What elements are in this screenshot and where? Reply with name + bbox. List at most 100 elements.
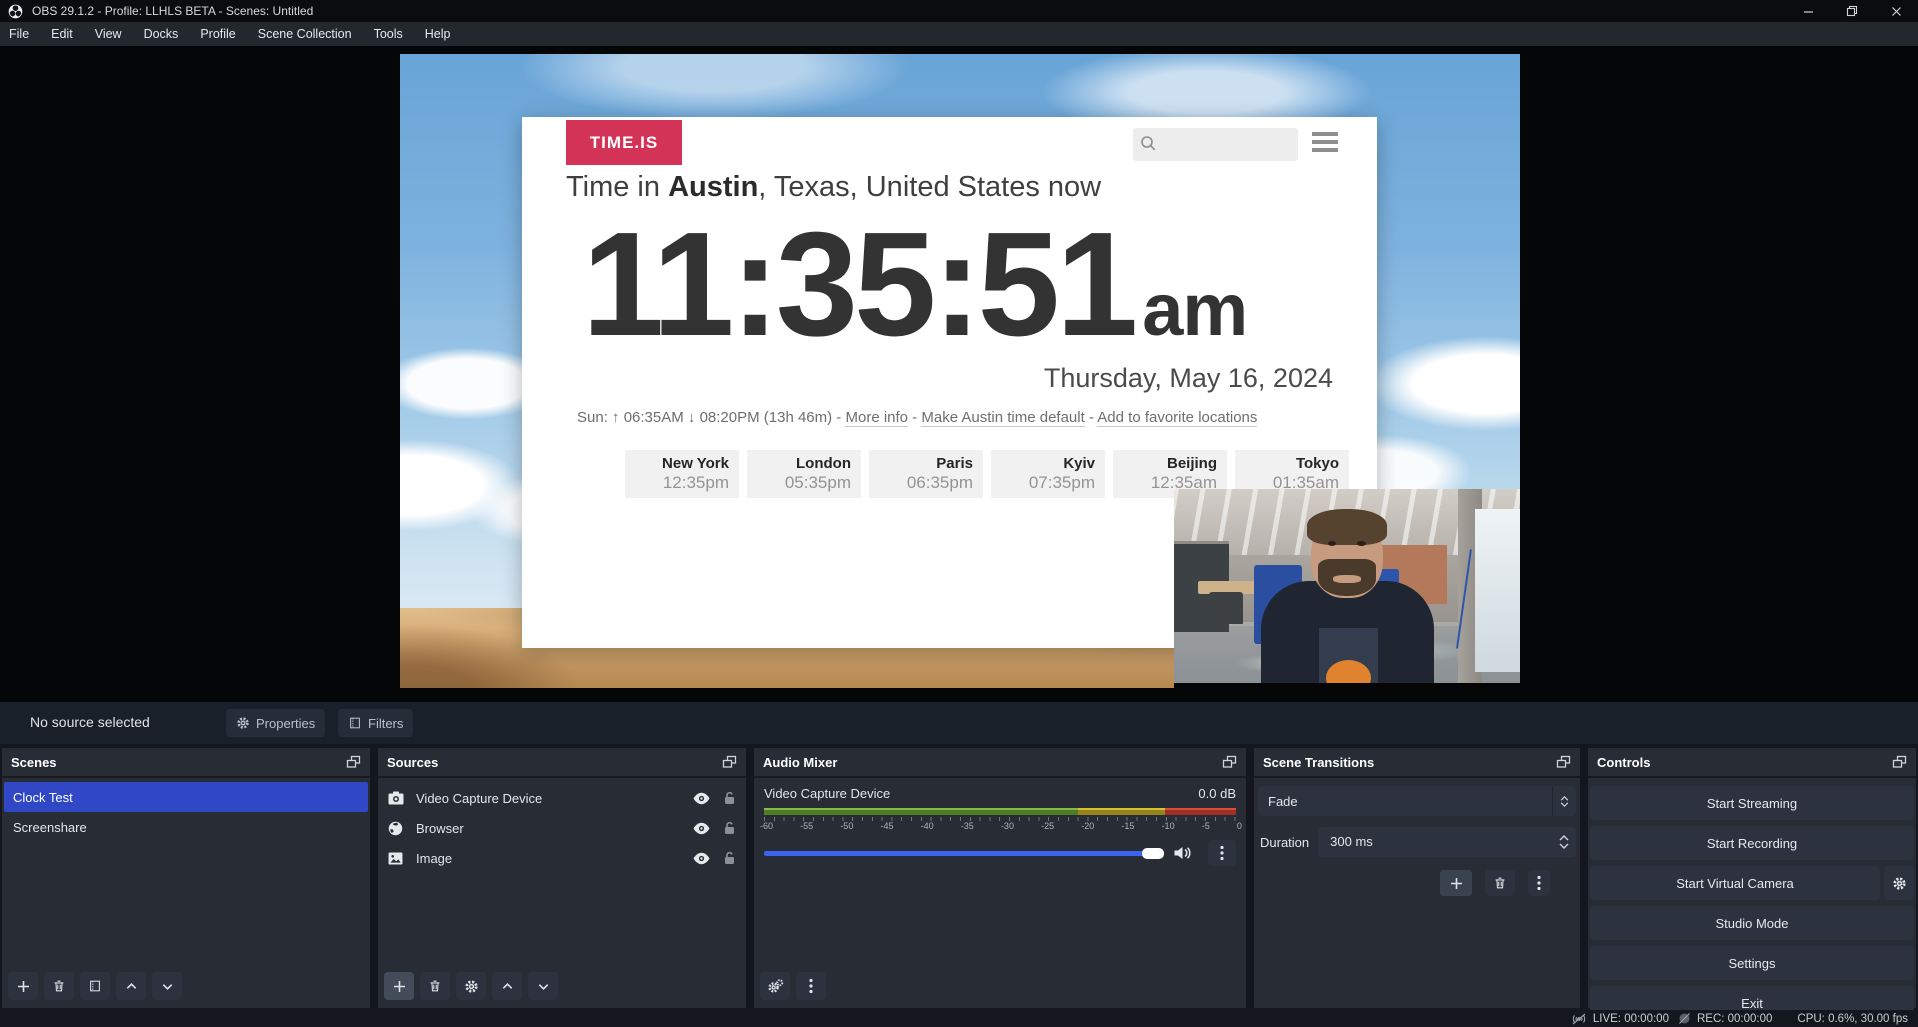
make-default-link[interactable]: Make Austin time default (921, 409, 1084, 427)
duration-spinbox[interactable]: 300 ms (1318, 827, 1576, 857)
menu-tools[interactable]: Tools (363, 22, 414, 46)
remove-scene-button[interactable] (44, 972, 74, 1000)
studio-mode-button[interactable]: Studio Mode (1590, 906, 1914, 940)
add-scene-button[interactable] (8, 972, 38, 1000)
lock-icon[interactable] (723, 821, 736, 835)
start-streaming-button[interactable]: Start Streaming (1590, 786, 1914, 820)
add-source-button[interactable] (384, 972, 414, 1000)
mixer-level-db: 0.0 dB (1198, 786, 1236, 801)
restore-button[interactable] (1830, 0, 1874, 22)
menu-edit[interactable]: Edit (40, 22, 84, 46)
mixer-channel-menu-button[interactable] (1208, 840, 1236, 866)
controls-dock: Controls Start Streaming Start Recording… (1588, 748, 1916, 1008)
remove-transition-button[interactable] (1485, 870, 1515, 896)
spin-up-icon[interactable] (1559, 835, 1569, 841)
add-favorite-link[interactable]: Add to favorite locations (1097, 409, 1257, 427)
popout-icon[interactable] (1556, 755, 1571, 770)
duration-label: Duration (1260, 835, 1309, 850)
camera-icon (388, 791, 405, 805)
timeis-heading: Time in Austin, Texas, United States now (566, 171, 1101, 204)
search-icon (1140, 135, 1157, 152)
popout-icon[interactable] (346, 755, 361, 770)
title-bar: OBS 29.1.2 - Profile: LLHLS BETA - Scene… (0, 0, 1918, 22)
source-item-browser[interactable]: Browser (378, 813, 746, 843)
menu-scene-collection[interactable]: Scene Collection (247, 22, 363, 46)
volume-meter (764, 808, 1236, 815)
transitions-title: Scene Transitions (1263, 755, 1374, 770)
scenes-title: Scenes (11, 755, 57, 770)
add-transition-button[interactable] (1440, 870, 1472, 896)
transition-select[interactable]: Fade (1258, 786, 1576, 816)
webcam-overlay (1174, 489, 1520, 688)
source-item-image[interactable]: Image (378, 843, 746, 873)
visibility-eye-icon[interactable] (693, 822, 710, 835)
popout-icon[interactable] (722, 755, 737, 770)
transition-menu-button[interactable] (1528, 870, 1550, 896)
menu-docks[interactable]: Docks (133, 22, 190, 46)
mixer-menu-button[interactable] (796, 972, 826, 1000)
start-recording-button[interactable]: Start Recording (1590, 826, 1914, 860)
city-card[interactable]: Paris06:35pm (869, 450, 983, 498)
settings-button[interactable]: Settings (1590, 946, 1914, 980)
date-display: Thursday, May 16, 2024 (1044, 363, 1333, 394)
visibility-eye-icon[interactable] (693, 792, 710, 805)
city-card[interactable]: London05:35pm (747, 450, 861, 498)
audio-mixer-title: Audio Mixer (763, 755, 837, 770)
popout-icon[interactable] (1892, 755, 1907, 770)
cpu-fps-stats: CPU: 0.6%, 30.00 fps (1797, 1013, 1908, 1025)
sun-info-line: Sun: ↑ 06:35AM ↓ 08:20PM (13h 46m) - Mor… (577, 409, 1257, 426)
window-title: OBS 29.1.2 - Profile: LLHLS BETA - Scene… (32, 4, 313, 18)
menu-help[interactable]: Help (414, 22, 462, 46)
preview-canvas[interactable]: TIME.IS Time in Austin, Texas, United St… (400, 54, 1520, 688)
chevron-updown-icon (1552, 786, 1576, 816)
advanced-audio-properties-button[interactable] (760, 972, 790, 1000)
source-status-text: No source selected (30, 714, 150, 730)
remove-source-button[interactable] (420, 972, 450, 1000)
filters-button[interactable]: Filters (338, 709, 413, 737)
move-source-down-button[interactable] (528, 972, 558, 1000)
scene-filters-button[interactable] (80, 972, 110, 1000)
mixer-channel-name: Video Capture Device (764, 786, 890, 801)
source-properties-button[interactable] (456, 972, 486, 1000)
sources-dock: Sources Video Capture Device Browser Ima… (378, 748, 746, 1008)
menu-file[interactable]: File (0, 22, 40, 46)
city-card[interactable]: Kyiv07:35pm (991, 450, 1105, 498)
more-info-link[interactable]: More info (845, 409, 908, 427)
close-button[interactable] (1874, 0, 1918, 22)
city-card[interactable]: New York12:35pm (625, 450, 739, 498)
source-item-video-capture[interactable]: Video Capture Device (378, 783, 746, 813)
meter-scale: -60-55-50-45-40-35-30-25-20-15-10-50 (760, 821, 1242, 831)
rec-time: REC: 00:00:00 (1697, 1013, 1772, 1025)
timeis-logo: TIME.IS (566, 120, 682, 165)
move-scene-up-button[interactable] (116, 972, 146, 1000)
spin-down-icon[interactable] (1559, 843, 1569, 849)
lock-icon[interactable] (723, 791, 736, 805)
visibility-eye-icon[interactable] (693, 852, 710, 865)
volume-slider[interactable] (764, 851, 1164, 856)
popout-icon[interactable] (1222, 755, 1237, 770)
hamburger-menu-icon[interactable] (1312, 132, 1338, 156)
obs-logo-icon (8, 4, 23, 19)
lock-icon[interactable] (723, 851, 736, 865)
record-inactive-icon (1678, 1012, 1691, 1025)
clock-display: 11:35:51am (582, 211, 1247, 359)
properties-button[interactable]: Properties (226, 709, 325, 737)
scenes-dock: Scenes Clock Test Screenshare (2, 748, 370, 1008)
scene-transitions-dock: Scene Transitions Fade Duration 300 ms (1254, 748, 1580, 1008)
menu-bar: File Edit View Docks Profile Scene Colle… (0, 22, 1918, 46)
virtual-camera-settings-button[interactable] (1884, 866, 1914, 900)
move-source-up-button[interactable] (492, 972, 522, 1000)
timeis-search-input[interactable] (1133, 128, 1298, 161)
minimize-button[interactable] (1786, 0, 1830, 22)
volume-slider-handle[interactable] (1142, 848, 1164, 859)
filters-icon (348, 716, 362, 730)
source-toolbar: No source selected Properties Filters (0, 702, 1918, 744)
clock-ampm: am (1142, 268, 1247, 351)
move-scene-down-button[interactable] (152, 972, 182, 1000)
start-virtual-camera-button[interactable]: Start Virtual Camera (1590, 866, 1880, 900)
speaker-icon[interactable] (1173, 845, 1192, 861)
menu-profile[interactable]: Profile (189, 22, 246, 46)
menu-view[interactable]: View (84, 22, 133, 46)
scene-item-screenshare[interactable]: Screenshare (4, 812, 368, 842)
scene-item-clock-test[interactable]: Clock Test (4, 782, 368, 812)
